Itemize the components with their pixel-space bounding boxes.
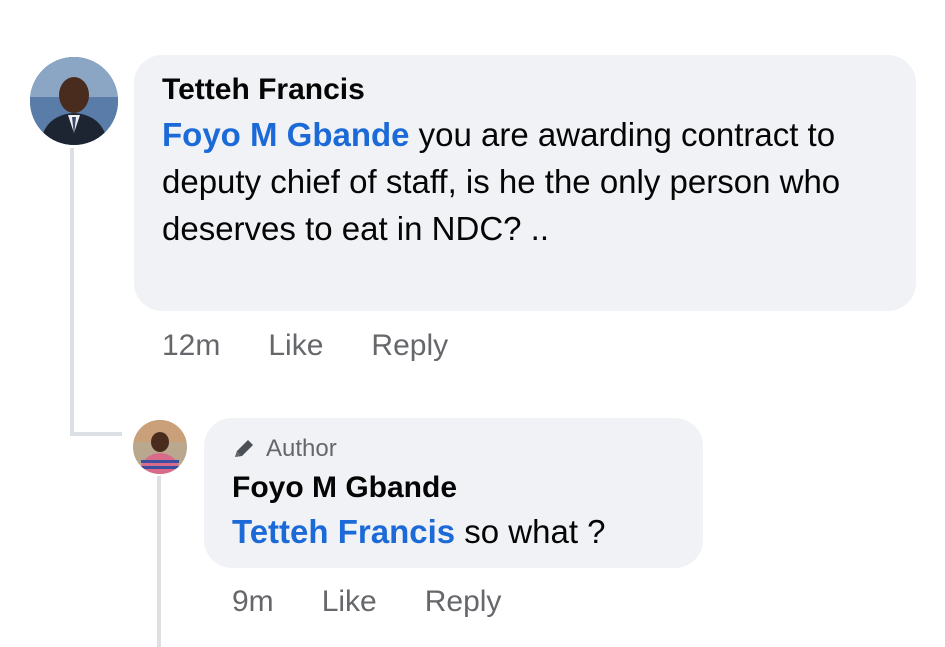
reply-button[interactable]: Reply bbox=[425, 585, 502, 619]
author-badge-label: Author bbox=[266, 435, 337, 462]
pencil-icon bbox=[232, 438, 258, 460]
comment-timestamp[interactable]: 12m bbox=[162, 329, 220, 363]
mention-link[interactable]: Foyo M Gbande bbox=[162, 116, 410, 153]
like-button[interactable]: Like bbox=[322, 585, 377, 619]
profile-photo bbox=[133, 420, 187, 474]
thread-line-vertical bbox=[70, 148, 74, 436]
avatar-tetteh-francis[interactable] bbox=[30, 57, 118, 145]
mention-link[interactable]: Tetteh Francis bbox=[232, 513, 455, 550]
reply-button[interactable]: Reply bbox=[371, 329, 448, 363]
comment-author[interactable]: Tetteh Francis bbox=[162, 71, 888, 109]
comment-bubble[interactable]: Tetteh Francis Foyo M Gbande you are awa… bbox=[134, 55, 916, 311]
comment-actions: 12m Like Reply bbox=[162, 326, 496, 366]
like-button[interactable]: Like bbox=[268, 329, 323, 363]
reply-author[interactable]: Foyo M Gbande bbox=[232, 468, 675, 508]
reply-text: so what ? bbox=[455, 513, 606, 550]
author-badge: Author bbox=[232, 434, 675, 464]
avatar-foyo-m-gbande[interactable] bbox=[133, 420, 187, 474]
profile-photo bbox=[30, 57, 118, 145]
thread-line-elbow bbox=[70, 432, 122, 436]
reply-timestamp[interactable]: 9m bbox=[232, 585, 274, 619]
reply-bubble[interactable]: Author Foyo M Gbande Tetteh Francis so w… bbox=[204, 418, 703, 568]
thread-line-reply bbox=[157, 476, 161, 647]
reply-body: Tetteh Francis so what ? bbox=[232, 508, 675, 556]
reply-actions: 9m Like Reply bbox=[232, 582, 549, 622]
comment-body: Foyo M Gbande you are awarding contract … bbox=[162, 111, 888, 252]
